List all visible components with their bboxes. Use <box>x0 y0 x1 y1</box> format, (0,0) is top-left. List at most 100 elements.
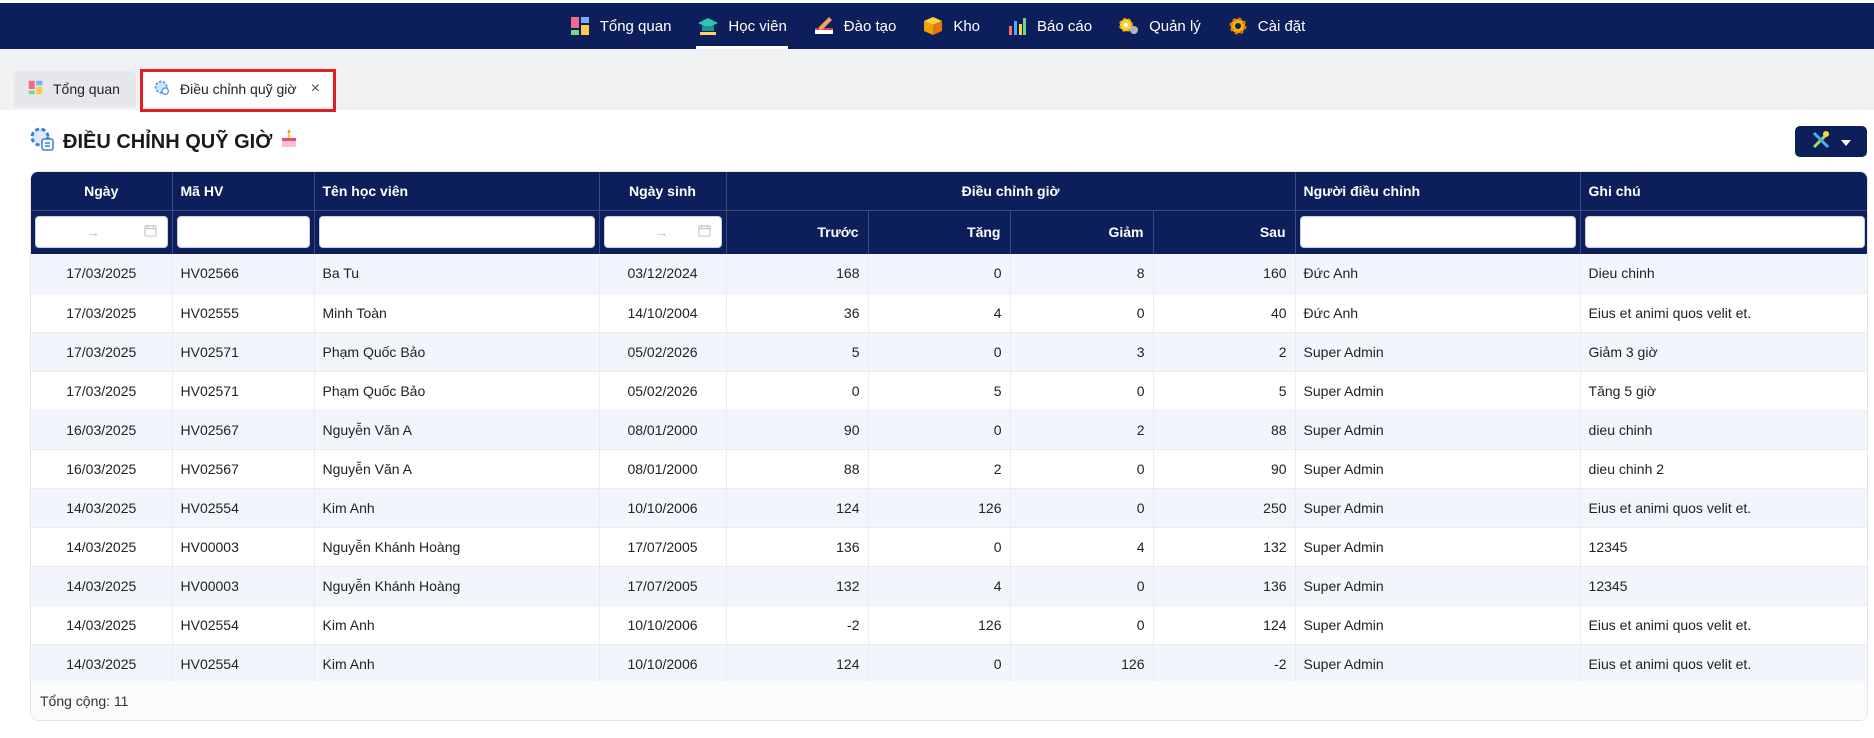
tools-dropdown-button[interactable] <box>1795 126 1867 157</box>
dob-range-filter[interactable]: → <box>603 216 722 249</box>
cell-increase: 0 <box>868 644 1011 684</box>
tab-strip: Tổng quan Điều chỉnh quỹ giờ × <box>0 49 1874 110</box>
header-decrease[interactable]: Giảm <box>1010 209 1154 254</box>
nav-item-bao-cao[interactable]: Báo cáo <box>993 3 1105 49</box>
close-icon[interactable]: × <box>311 80 320 98</box>
cell-note: Tăng 5 giờ <box>1580 371 1867 411</box>
cell-date: 14/03/2025 <box>31 605 173 645</box>
table-row[interactable]: 14/03/2025 HV02554 Kim Anh 10/10/2006 12… <box>31 488 1867 528</box>
table-row[interactable]: 17/03/2025 HV02555 Minh Toàn 14/10/2004 … <box>31 293 1867 333</box>
note-filter-input[interactable] <box>1584 216 1865 249</box>
calendar-icon <box>697 224 711 240</box>
table-row[interactable]: 16/03/2025 HV02567 Nguyễn Văn A 08/01/20… <box>31 449 1867 489</box>
cell-code: HV00003 <box>172 566 315 606</box>
nav-item-hoc-vien[interactable]: Học viên <box>684 3 799 49</box>
cell-date: 17/03/2025 <box>31 332 173 372</box>
table-row[interactable]: 14/03/2025 HV00003 Nguyễn Khánh Hoàng 17… <box>31 566 1867 606</box>
cell-before: 132 <box>726 566 869 606</box>
table-row[interactable]: 14/03/2025 HV02554 Kim Anh 10/10/2006 12… <box>31 644 1867 684</box>
cell-name: Minh Toàn <box>314 293 600 333</box>
cell-date: 16/03/2025 <box>31 410 173 450</box>
total-label: Tổng cộng: 11 <box>40 693 129 709</box>
cell-date: 14/03/2025 <box>31 527 173 567</box>
cell-after: 40 <box>1153 293 1296 333</box>
cell-decrease: 0 <box>1010 371 1154 411</box>
cell-code: HV02571 <box>172 332 315 372</box>
cell-increase: 126 <box>868 605 1011 645</box>
header-before[interactable]: Trước <box>726 209 869 254</box>
nav-label: Cài đặt <box>1257 17 1306 35</box>
calendar-icon <box>143 224 157 240</box>
cell-date: 16/03/2025 <box>31 449 173 489</box>
cell-dob: 17/07/2005 <box>599 566 727 606</box>
cell-dob: 03/12/2024 <box>599 254 727 294</box>
cell-note: Giảm 3 giờ <box>1580 332 1867 372</box>
filter-note-cell <box>1580 209 1867 254</box>
cell-adjuster: Super Admin <box>1295 410 1581 450</box>
nav-item-dao-tao[interactable]: Đào tạo <box>800 3 910 49</box>
adjuster-filter-input[interactable] <box>1299 216 1576 249</box>
tab-dieu-chinh-quy-gio[interactable]: Điều chỉnh quỹ giờ × <box>140 71 334 107</box>
cell-date: 17/03/2025 <box>31 371 173 411</box>
cell-increase: 4 <box>868 293 1011 333</box>
bar-chart-icon <box>1006 15 1028 37</box>
table-row[interactable]: 17/03/2025 HV02571 Phạm Quốc Bảo 05/02/2… <box>31 371 1867 411</box>
header-after[interactable]: Sau <box>1153 209 1296 254</box>
cell-after: 5 <box>1153 371 1296 411</box>
gear-clock-icon <box>29 126 55 158</box>
table-row[interactable]: 16/03/2025 HV02567 Nguyễn Văn A 08/01/20… <box>31 410 1867 450</box>
table-row[interactable]: 14/03/2025 HV00003 Nguyễn Khánh Hoàng 17… <box>31 527 1867 567</box>
cell-after: 2 <box>1153 332 1296 372</box>
cell-dob: 08/01/2000 <box>599 410 727 450</box>
cell-after: 136 <box>1153 566 1296 606</box>
cell-name: Phạm Quốc Bảo <box>314 332 600 372</box>
cell-code: HV02554 <box>172 605 315 645</box>
table-row[interactable]: 17/03/2025 HV02571 Phạm Quốc Bảo 05/02/2… <box>31 332 1867 372</box>
gear-clock-icon <box>154 80 170 99</box>
cell-adjuster: Super Admin <box>1295 371 1581 411</box>
date-range-filter[interactable]: → <box>35 216 168 249</box>
table-row[interactable]: 17/03/2025 HV02566 Ba Tu 03/12/2024 168 … <box>31 254 1867 294</box>
header-increase[interactable]: Tăng <box>868 209 1011 254</box>
nav-item-kho[interactable]: Kho <box>909 3 993 49</box>
cell-date: 17/03/2025 <box>31 293 173 333</box>
page-title: ĐIỀU CHỈNH QUỸ GIỜ <box>29 126 298 158</box>
header-date[interactable]: Ngày <box>31 172 173 210</box>
code-filter-input[interactable] <box>176 216 310 249</box>
header-adjust: Điều chỉnh giờ <box>726 172 1296 210</box>
cell-note: 12345 <box>1580 527 1867 567</box>
cell-adjuster: Super Admin <box>1295 449 1581 489</box>
header-note[interactable]: Ghi chú <box>1580 172 1867 210</box>
tab-tong-quan[interactable]: Tổng quan <box>14 71 136 107</box>
chevron-down-icon <box>1841 133 1851 150</box>
table-row[interactable]: 14/03/2025 HV02554 Kim Anh 10/10/2006 -2… <box>31 605 1867 645</box>
nav-item-cai-dat[interactable]: Cài đặt <box>1214 3 1319 49</box>
cell-dob: 10/10/2006 <box>599 488 727 528</box>
cell-code: HV02566 <box>172 254 315 294</box>
filter-adjuster-cell <box>1295 209 1581 254</box>
header-name[interactable]: Tên học viên <box>314 172 600 210</box>
header-dob[interactable]: Ngày sinh <box>599 172 727 210</box>
cell-name: Kim Anh <box>314 605 600 645</box>
header-adjuster[interactable]: Người điều chỉnh <box>1295 172 1581 210</box>
nav-item-quan-ly[interactable]: Quản lý <box>1105 3 1214 49</box>
name-filter-input[interactable] <box>318 216 595 249</box>
nav-label: Tổng quan <box>599 17 672 35</box>
cell-name: Nguyễn Văn A <box>314 449 600 489</box>
cell-after: 124 <box>1153 605 1296 645</box>
cake-icon <box>280 129 298 155</box>
cell-increase: 5 <box>868 371 1011 411</box>
cell-code: HV02554 <box>172 644 315 684</box>
nav-item-tong-quan[interactable]: Tổng quan <box>556 3 685 49</box>
cell-name: Kim Anh <box>314 644 600 684</box>
cell-decrease: 4 <box>1010 527 1154 567</box>
cell-name: Kim Anh <box>314 488 600 528</box>
graduation-cap-icon <box>697 15 719 37</box>
header-code[interactable]: Mã HV <box>172 172 315 210</box>
cell-before: 5 <box>726 332 869 372</box>
nav-label: Đào tạo <box>843 17 897 35</box>
cell-note: Dieu chinh <box>1580 254 1867 294</box>
cell-dob: 14/10/2004 <box>599 293 727 333</box>
cell-code: HV02571 <box>172 371 315 411</box>
cell-note: dieu chinh <box>1580 410 1867 450</box>
